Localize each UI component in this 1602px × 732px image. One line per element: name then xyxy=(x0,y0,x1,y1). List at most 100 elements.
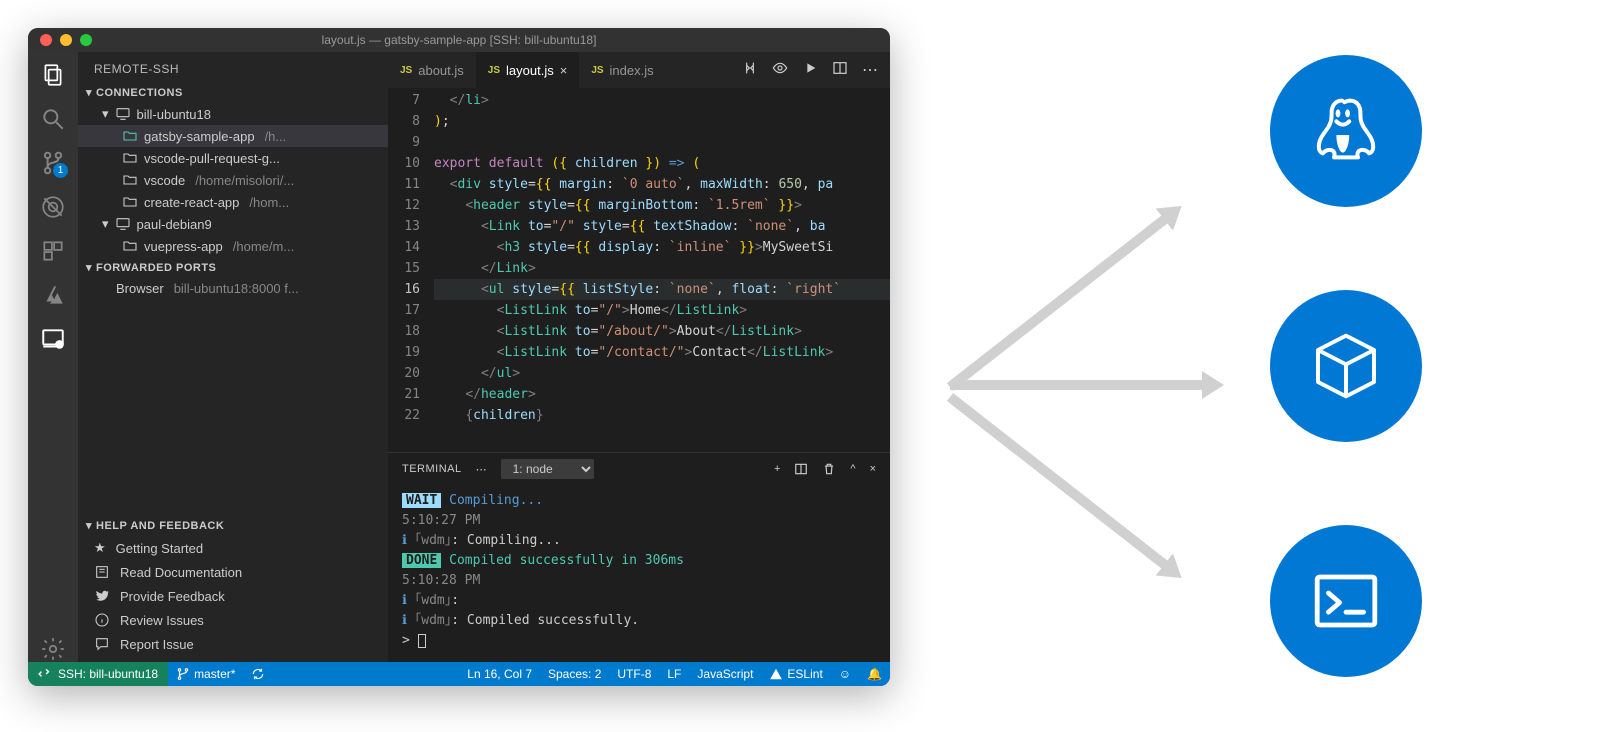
arrow-to-container xyxy=(950,380,1210,390)
notifications-status[interactable]: 🔔 xyxy=(859,667,890,681)
debug-icon[interactable] xyxy=(40,194,66,220)
folder-icon xyxy=(122,238,138,254)
editor-tabs: JSabout.js JSlayout.js× JSindex.js ⋯ xyxy=(388,52,890,88)
folder-cra[interactable]: create-react-app/hom... xyxy=(78,191,388,213)
book-icon xyxy=(94,564,110,580)
trash-icon[interactable] xyxy=(822,462,836,476)
help-feedback[interactable]: Provide Feedback xyxy=(78,584,388,608)
folder-icon xyxy=(122,172,138,188)
folder-icon xyxy=(122,128,138,144)
eslint-status[interactable]: ESLint xyxy=(761,667,830,681)
encoding-status[interactable]: UTF-8 xyxy=(609,667,659,681)
terminal-select[interactable]: 1: node xyxy=(501,459,594,479)
help-header[interactable]: ▾HELP AND FEEDBACK xyxy=(78,515,388,536)
titlebar: layout.js — gatsby-sample-app [SSH: bill… xyxy=(28,28,890,52)
close-panel-icon[interactable]: × xyxy=(870,463,876,475)
settings-gear-icon[interactable] xyxy=(40,636,66,662)
sidebar: REMOTE-SSH ▾CONNECTIONS ▾bill-ubuntu18 g… xyxy=(78,52,388,662)
source-control-icon[interactable]: 1 xyxy=(40,150,66,176)
terminal-output[interactable]: WAIT Compiling... 5:10:27 PM ℹ ｢wdm｣: Co… xyxy=(388,485,890,662)
info-icon xyxy=(94,612,110,628)
indentation-status[interactable]: Spaces: 2 xyxy=(540,667,609,681)
folder-icon xyxy=(122,194,138,210)
extensions-icon[interactable] xyxy=(40,238,66,264)
folder-vscode[interactable]: vscode/home/misolori/... xyxy=(78,169,388,191)
preview-icon[interactable] xyxy=(772,60,788,80)
remote-status[interactable]: SSH: bill-ubuntu18 xyxy=(28,662,168,686)
branch-icon xyxy=(176,667,190,681)
code-editor[interactable]: 78910111213141516171819202122 </li>); ex… xyxy=(388,88,890,452)
chevron-down-icon: ▾ xyxy=(102,106,109,122)
eol-status[interactable]: LF xyxy=(659,667,689,681)
connections-header[interactable]: ▾CONNECTIONS xyxy=(78,82,388,103)
tab-layout[interactable]: JSlayout.js× xyxy=(476,52,580,88)
folder-icon xyxy=(122,150,138,166)
scm-badge: 1 xyxy=(53,163,68,178)
more-icon[interactable]: ⋯ xyxy=(862,60,878,80)
tab-index[interactable]: JSindex.js xyxy=(579,52,665,88)
chevron-down-icon: ▾ xyxy=(86,261,92,274)
chevron-down-icon: ▾ xyxy=(86,86,92,99)
minimize-window-button[interactable] xyxy=(60,34,72,46)
split-terminal-icon[interactable] xyxy=(794,462,808,476)
folder-vscode-pr[interactable]: vscode-pull-request-g... xyxy=(78,147,388,169)
traffic-lights xyxy=(28,34,92,46)
window-body: 1 REMOTE-SSH ▾CONNECTIONS ▾bill-ubuntu18… xyxy=(28,52,890,662)
arrow-to-linux xyxy=(947,211,1174,391)
sync-icon xyxy=(251,667,265,681)
close-window-button[interactable] xyxy=(40,34,52,46)
monitor-icon xyxy=(115,216,131,232)
help-report[interactable]: Report Issue xyxy=(78,632,388,662)
terminal-header: TERMINAL ⋯ 1: node + ^ × xyxy=(388,453,890,485)
help-docs[interactable]: Read Documentation xyxy=(78,560,388,584)
ssh-host-bill[interactable]: ▾bill-ubuntu18 xyxy=(78,103,388,125)
ssh-host-paul[interactable]: ▾paul-debian9 xyxy=(78,213,388,235)
git-branch-status[interactable]: master* xyxy=(168,662,243,686)
compare-icon[interactable] xyxy=(742,60,758,80)
line-numbers: 78910111213141516171819202122 xyxy=(388,88,434,452)
close-tab-icon[interactable]: × xyxy=(560,63,568,78)
editor-actions: ⋯ xyxy=(742,60,890,80)
forwarded-port-item[interactable]: Browserbill-ubuntu18:8000 f... xyxy=(78,278,388,299)
remote-targets-diagram xyxy=(920,40,1570,660)
search-icon[interactable] xyxy=(40,106,66,132)
sync-status[interactable] xyxy=(243,662,273,686)
azure-icon[interactable] xyxy=(40,282,66,308)
maximize-window-button[interactable] xyxy=(80,34,92,46)
forwarded-ports-header[interactable]: ▾FORWARDED PORTS xyxy=(78,257,388,278)
explorer-icon[interactable] xyxy=(40,62,66,88)
status-bar: SSH: bill-ubuntu18 master* Ln 16, Col 7 … xyxy=(28,662,890,686)
smiley-icon: ☺ xyxy=(839,667,851,681)
cursor-position-status[interactable]: Ln 16, Col 7 xyxy=(459,667,540,681)
arrow-to-wsl xyxy=(947,393,1174,573)
terminal-panel: TERMINAL ⋯ 1: node + ^ × WAIT Compiling.… xyxy=(388,452,890,662)
remote-icon xyxy=(38,667,52,681)
split-icon[interactable] xyxy=(832,60,848,80)
help-issues[interactable]: Review Issues xyxy=(78,608,388,632)
linux-target-icon xyxy=(1270,55,1422,207)
star-icon: ★ xyxy=(94,540,106,556)
monitor-icon xyxy=(115,106,131,122)
feedback-status[interactable]: ☺ xyxy=(831,667,859,681)
new-terminal-icon[interactable]: + xyxy=(774,463,780,475)
sidebar-title: REMOTE-SSH xyxy=(78,52,388,82)
activity-bar: 1 xyxy=(28,52,78,662)
comment-icon xyxy=(94,636,110,652)
terminal-tab[interactable]: TERMINAL xyxy=(402,463,462,475)
terminal-target-icon xyxy=(1270,525,1422,677)
warning-icon xyxy=(769,667,783,681)
folder-vuepress[interactable]: vuepress-app/home/m... xyxy=(78,235,388,257)
language-status[interactable]: JavaScript xyxy=(689,667,761,681)
js-file-icon: JS xyxy=(488,65,500,76)
folder-gatsby[interactable]: gatsby-sample-app/h... xyxy=(78,125,388,147)
remote-explorer-icon[interactable] xyxy=(40,326,66,352)
run-icon[interactable] xyxy=(802,60,818,80)
maximize-panel-icon[interactable]: ^ xyxy=(850,463,855,475)
help-getting-started[interactable]: ★Getting Started xyxy=(78,536,388,560)
more-icon[interactable]: ⋯ xyxy=(476,463,487,476)
js-file-icon: JS xyxy=(591,65,603,76)
tab-about[interactable]: JSabout.js xyxy=(388,52,476,88)
container-target-icon xyxy=(1270,290,1422,442)
twitter-icon xyxy=(94,588,110,604)
vscode-window: layout.js — gatsby-sample-app [SSH: bill… xyxy=(28,28,890,686)
